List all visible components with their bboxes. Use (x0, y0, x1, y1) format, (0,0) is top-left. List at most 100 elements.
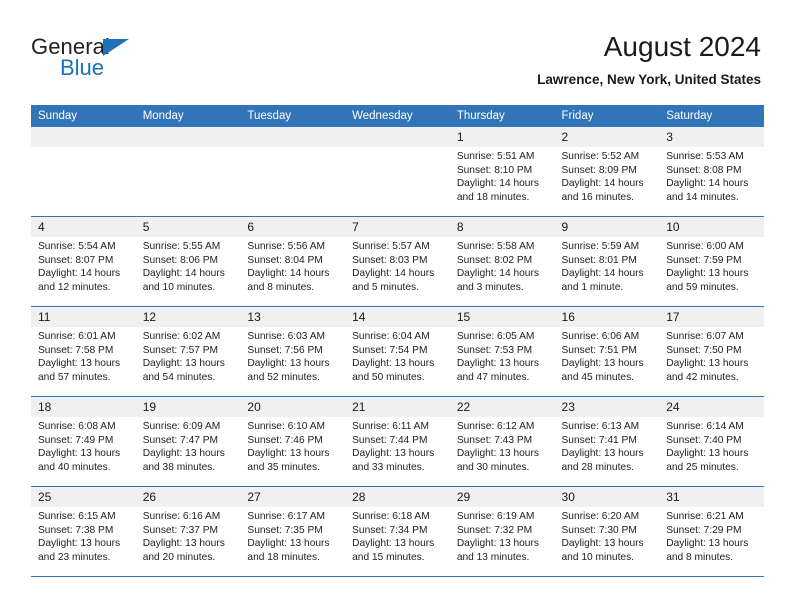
calendar-day-cell[interactable] (240, 127, 346, 217)
calendar-day-cell[interactable]: 12 Sunrise: 6:02 AM Sunset: 7:57 PM Dayligh… (135, 306, 241, 397)
calendar-day-cell[interactable]: 14 Sunrise: 6:04 AM Sunset: 7:54 PM Dayligh… (345, 306, 450, 397)
day-details: Sunrise: 6:08 AM Sunset: 7:49 PM Daylight:… (31, 417, 136, 474)
daylight-text: Daylight: 13 hours and 59 minutes. (666, 268, 749, 293)
calendar-day-cell[interactable]: 10 Sunrise: 6:00 AM Sunset: 7:59 PM Dayligh… (659, 216, 764, 307)
weekday-header-tuesday: Tuesday (240, 105, 346, 127)
sunrise-text: Sunrise: 6:05 AM (456, 331, 535, 342)
day-number (345, 127, 450, 147)
calendar-day-cell[interactable]: 16 Sunrise: 6:06 AM Sunset: 7:51 PM Dayligh… (554, 306, 660, 397)
calendar-day-cell[interactable]: 21 Sunrise: 6:11 AM Sunset: 7:44 PM Dayligh… (345, 396, 450, 487)
daylight-text: Daylight: 14 hours and 12 minutes. (38, 268, 121, 293)
calendar-week-row: 1 Sunrise: 5:51 AM Sunset: 8:10 PM Daylight… (31, 127, 764, 217)
calendar-day-cell[interactable]: 29 Sunrise: 6:19 AM Sunset: 7:32 PM Dayligh… (449, 486, 555, 577)
sunrise-text: Sunrise: 6:16 AM (142, 511, 221, 522)
weekday-header-sunday: Sunday (31, 105, 136, 127)
calendar-day-cell[interactable]: 25 Sunrise: 6:15 AM Sunset: 7:38 PM Dayligh… (31, 486, 136, 577)
sunset-text: Sunset: 7:51 PM (561, 344, 637, 356)
calendar-day-cell[interactable]: 3 Sunrise: 5:53 AM Sunset: 8:08 PM Daylight… (659, 127, 764, 217)
calendar-day-cell[interactable]: 28 Sunrise: 6:18 AM Sunset: 7:34 PM Dayligh… (345, 486, 450, 577)
calendar-day-cell[interactable]: 15 Sunrise: 6:05 AM Sunset: 7:53 PM Dayligh… (449, 306, 555, 397)
calendar-day-cell[interactable]: 2 Sunrise: 5:52 AM Sunset: 8:09 PM Daylight… (554, 127, 660, 217)
sunrise-text: Sunrise: 6:13 AM (561, 421, 640, 432)
day-cell-content: 12 Sunrise: 6:02 AM Sunset: 7:57 PM Dayligh… (135, 307, 241, 396)
sunset-text: Sunset: 7:50 PM (666, 344, 742, 356)
day-details: Sunrise: 5:59 AM Sunset: 8:01 PM Daylight:… (555, 237, 660, 294)
calendar-day-cell[interactable]: 23 Sunrise: 6:13 AM Sunset: 7:41 PM Dayligh… (554, 396, 660, 487)
sunrise-text: Sunrise: 6:08 AM (38, 421, 116, 432)
day-number: 3 (659, 127, 764, 147)
calendar-day-cell[interactable]: 24 Sunrise: 6:14 AM Sunset: 7:40 PM Dayligh… (659, 396, 764, 487)
sunset-text: Sunset: 8:09 PM (561, 164, 637, 176)
day-number: 4 (31, 217, 136, 237)
sunrise-text: Sunrise: 6:21 AM (666, 511, 744, 522)
day-number: 21 (345, 397, 450, 417)
sunset-text: Sunset: 7:35 PM (247, 524, 323, 536)
day-cell-content: 26 Sunrise: 6:16 AM Sunset: 7:37 PM Dayligh… (135, 487, 241, 576)
daylight-text: Daylight: 13 hours and 47 minutes. (456, 358, 539, 383)
calendar-day-cell[interactable]: 5 Sunrise: 5:55 AM Sunset: 8:06 PM Daylight… (135, 216, 241, 307)
daylight-text: Daylight: 13 hours and 35 minutes. (247, 448, 330, 473)
general-blue-logo[interactable]: General Blue (31, 36, 151, 84)
calendar-day-cell[interactable]: 18 Sunrise: 6:08 AM Sunset: 7:49 PM Dayligh… (31, 396, 136, 487)
sunset-text: Sunset: 7:49 PM (38, 434, 114, 446)
daylight-text: Daylight: 13 hours and 45 minutes. (561, 358, 644, 383)
sunrise-text: Sunrise: 5:54 AM (38, 241, 116, 252)
calendar-day-cell[interactable]: 19 Sunrise: 6:09 AM Sunset: 7:47 PM Dayligh… (135, 396, 241, 487)
calendar-day-cell[interactable]: 13 Sunrise: 6:03 AM Sunset: 7:56 PM Dayligh… (240, 306, 346, 397)
calendar-week-row: 11 Sunrise: 6:01 AM Sunset: 7:58 PM Dayligh… (31, 306, 764, 397)
day-details: Sunrise: 6:21 AM Sunset: 7:29 PM Daylight:… (659, 507, 764, 564)
day-number: 31 (659, 487, 764, 507)
day-cell-content: 8 Sunrise: 5:58 AM Sunset: 8:02 PM Daylight… (449, 217, 555, 306)
calendar-day-cell[interactable]: 17 Sunrise: 6:07 AM Sunset: 7:50 PM Dayligh… (659, 306, 764, 397)
sunrise-text: Sunrise: 6:02 AM (142, 331, 221, 342)
calendar-day-cell[interactable]: 7 Sunrise: 5:57 AM Sunset: 8:03 PM Daylight… (345, 216, 450, 307)
calendar-day-cell[interactable] (135, 127, 241, 217)
sunset-text: Sunset: 8:06 PM (142, 254, 219, 266)
calendar-day-cell[interactable]: 4 Sunrise: 5:54 AM Sunset: 8:07 PM Daylight… (31, 216, 136, 307)
calendar-day-cell[interactable]: 27 Sunrise: 6:17 AM Sunset: 7:35 PM Dayligh… (240, 486, 346, 577)
calendar-day-cell[interactable]: 8 Sunrise: 5:58 AM Sunset: 8:02 PM Daylight… (449, 216, 555, 307)
sunset-text: Sunset: 7:34 PM (352, 524, 428, 536)
day-cell-content (135, 127, 241, 216)
day-cell-content: 9 Sunrise: 5:59 AM Sunset: 8:01 PM Daylight… (554, 217, 660, 306)
daylight-text: Daylight: 14 hours and 5 minutes. (352, 268, 435, 293)
sunset-text: Sunset: 8:07 PM (38, 254, 114, 266)
daylight-text: Daylight: 13 hours and 57 minutes. (38, 358, 121, 383)
calendar-day-cell[interactable] (345, 127, 450, 217)
page-title: August 2024 (603, 31, 761, 62)
location-subtitle: Lawrence, New York, United States (537, 72, 761, 87)
calendar-day-cell[interactable]: 9 Sunrise: 5:59 AM Sunset: 8:01 PM Daylight… (554, 216, 660, 307)
sunset-text: Sunset: 7:57 PM (142, 344, 219, 356)
calendar-week-row: 4 Sunrise: 5:54 AM Sunset: 8:07 PM Daylight… (31, 216, 764, 307)
calendar-day-cell[interactable]: 30 Sunrise: 6:20 AM Sunset: 7:30 PM Dayligh… (554, 486, 660, 577)
day-cell-content: 7 Sunrise: 5:57 AM Sunset: 8:03 PM Daylight… (345, 217, 450, 306)
sunset-text: Sunset: 8:02 PM (456, 254, 533, 266)
sunset-text: Sunset: 7:30 PM (561, 524, 637, 536)
weekday-header-friday: Friday (554, 105, 660, 127)
calendar-day-cell[interactable]: 20 Sunrise: 6:10 AM Sunset: 7:46 PM Dayligh… (240, 396, 346, 487)
sunrise-text: Sunrise: 5:57 AM (352, 241, 430, 252)
daylight-text: Daylight: 13 hours and 54 minutes. (142, 358, 225, 383)
calendar-day-cell[interactable]: 26 Sunrise: 6:16 AM Sunset: 7:37 PM Dayligh… (135, 486, 241, 577)
day-number: 8 (449, 217, 555, 237)
day-number: 11 (31, 307, 136, 327)
calendar-page: General Blue August 2024 Lawrence, New Y… (0, 0, 792, 612)
calendar-day-cell[interactable]: 31 Sunrise: 6:21 AM Sunset: 7:29 PM Dayligh… (659, 486, 764, 577)
calendar-day-cell[interactable] (31, 127, 136, 217)
calendar-day-cell[interactable]: 22 Sunrise: 6:12 AM Sunset: 7:43 PM Dayligh… (449, 396, 555, 487)
day-details: Sunrise: 6:09 AM Sunset: 7:47 PM Daylight:… (136, 417, 241, 474)
day-number: 29 (449, 487, 555, 507)
sunset-text: Sunset: 7:56 PM (247, 344, 323, 356)
day-details: Sunrise: 5:57 AM Sunset: 8:03 PM Daylight:… (345, 237, 450, 294)
day-number: 19 (135, 397, 241, 417)
calendar-day-cell[interactable]: 11 Sunrise: 6:01 AM Sunset: 7:58 PM Dayligh… (31, 306, 136, 397)
sunset-text: Sunset: 7:46 PM (247, 434, 323, 446)
day-cell-content: 29 Sunrise: 6:19 AM Sunset: 7:32 PM Dayligh… (449, 487, 555, 576)
sunset-text: Sunset: 8:08 PM (666, 164, 742, 176)
calendar-day-cell[interactable]: 6 Sunrise: 5:56 AM Sunset: 8:04 PM Daylight… (240, 216, 346, 307)
sunset-text: Sunset: 8:01 PM (561, 254, 637, 266)
day-number: 10 (659, 217, 764, 237)
daylight-text: Daylight: 13 hours and 33 minutes. (352, 448, 435, 473)
calendar-day-cell[interactable]: 1 Sunrise: 5:51 AM Sunset: 8:10 PM Daylight… (449, 127, 555, 217)
day-details: Sunrise: 6:03 AM Sunset: 7:56 PM Daylight:… (240, 327, 345, 384)
